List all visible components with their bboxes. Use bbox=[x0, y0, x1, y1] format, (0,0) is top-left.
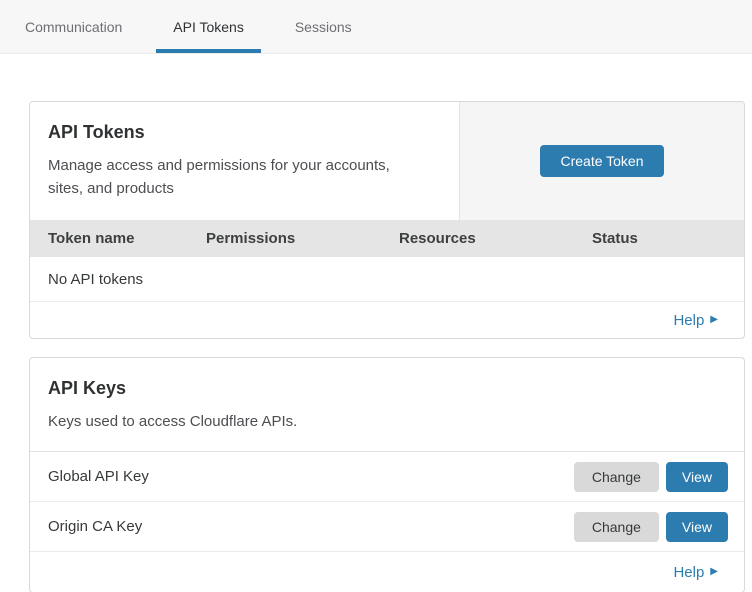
api-key-name: Global API Key bbox=[48, 468, 574, 485]
api-keys-card: API Keys Keys used to access Cloudflare … bbox=[29, 357, 745, 592]
tab-communication[interactable]: Communication bbox=[8, 0, 139, 53]
api-keys-title: API Keys bbox=[48, 378, 726, 399]
keys-help-row: Help ▶ bbox=[30, 552, 744, 592]
column-resources: Resources bbox=[399, 230, 592, 247]
keys-help-link[interactable]: Help ▶ bbox=[673, 564, 718, 581]
change-origin-ca-key-button[interactable]: Change bbox=[574, 512, 659, 542]
help-arrow-icon: ▶ bbox=[710, 567, 718, 577]
api-tokens-card-actions: Create Token bbox=[460, 102, 744, 220]
api-tokens-card: API Tokens Manage access and permissions… bbox=[29, 101, 745, 339]
column-status: Status bbox=[592, 230, 744, 247]
api-keys-description: Keys used to access Cloudflare APIs. bbox=[48, 410, 428, 433]
tokens-empty-row: No API tokens bbox=[30, 257, 744, 302]
view-global-api-key-button[interactable]: View bbox=[666, 462, 728, 492]
api-tokens-description: Manage access and permissions for your a… bbox=[48, 154, 428, 200]
api-key-row-origin-ca: Origin CA Key Change View bbox=[30, 502, 744, 552]
api-tokens-card-header-text: API Tokens Manage access and permissions… bbox=[30, 102, 460, 220]
column-token-name: Token name bbox=[48, 230, 206, 247]
api-keys-card-header: API Keys Keys used to access Cloudflare … bbox=[30, 358, 744, 452]
tokens-help-link[interactable]: Help ▶ bbox=[673, 312, 718, 329]
tokens-empty-message: No API tokens bbox=[48, 271, 143, 288]
tab-bar: Communication API Tokens Sessions bbox=[0, 0, 752, 54]
tab-sessions[interactable]: Sessions bbox=[278, 0, 369, 53]
tokens-help-row: Help ▶ bbox=[30, 302, 744, 338]
tab-api-tokens[interactable]: API Tokens bbox=[156, 0, 261, 53]
change-global-api-key-button[interactable]: Change bbox=[574, 462, 659, 492]
column-permissions: Permissions bbox=[206, 230, 399, 247]
api-tokens-title: API Tokens bbox=[48, 122, 441, 143]
api-tokens-card-header: API Tokens Manage access and permissions… bbox=[30, 102, 744, 220]
page-content: API Tokens Manage access and permissions… bbox=[0, 54, 752, 592]
api-key-name: Origin CA Key bbox=[48, 518, 574, 535]
view-origin-ca-key-button[interactable]: View bbox=[666, 512, 728, 542]
create-token-button[interactable]: Create Token bbox=[540, 145, 663, 177]
help-arrow-icon: ▶ bbox=[710, 315, 718, 325]
api-key-row-global: Global API Key Change View bbox=[30, 452, 744, 502]
keys-help-label: Help bbox=[673, 564, 704, 581]
tokens-table-header: Token name Permissions Resources Status bbox=[30, 220, 744, 257]
tokens-help-label: Help bbox=[673, 312, 704, 329]
